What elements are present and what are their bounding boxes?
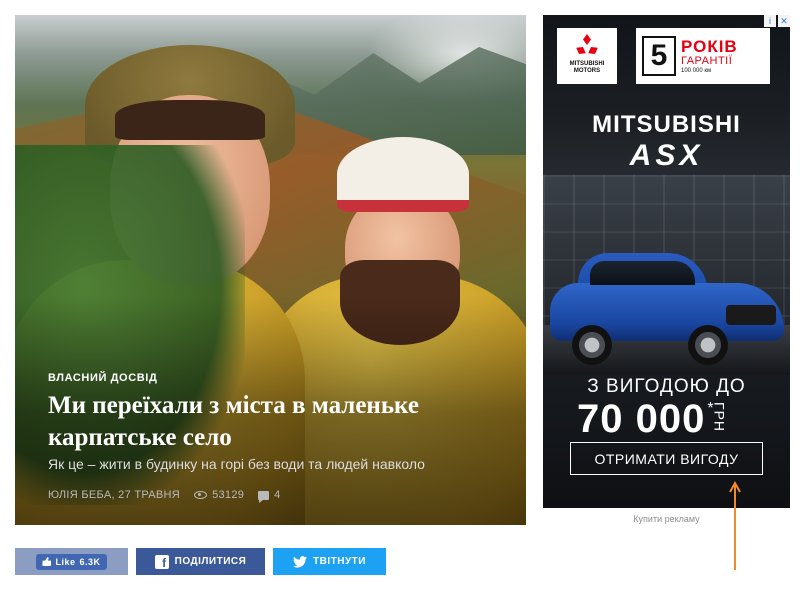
car-image: [548, 243, 788, 373]
like-label: Like: [55, 556, 76, 567]
three-diamonds-icon: [573, 34, 601, 58]
ad-offer: З ВИГОДОЮ ДО: [587, 376, 746, 397]
ad-choices[interactable]: i ✕: [764, 15, 790, 27]
article-author-date: ЮЛІЯ БЕБА, 27 ТРАВНЯ: [48, 489, 181, 501]
article-kicker[interactable]: ВЛАСНИЙ ДОСВІД: [48, 372, 506, 384]
warranty-years: 5: [642, 36, 676, 76]
twitter-share-label: ТВІТНУТИ: [313, 556, 366, 567]
twitter-bird-icon: [293, 555, 308, 568]
ad-model: ASX: [629, 139, 704, 172]
twitter-share-button[interactable]: ТВІТНУТИ: [273, 548, 386, 575]
ad-cta-button[interactable]: ОТРИМАТИ ВИГОДУ: [570, 442, 763, 475]
warranty-label: ГАРАНТІЇ: [681, 54, 733, 67]
facebook-like-button[interactable]: Like 6.3K: [15, 548, 128, 575]
like-count: 6.3K: [79, 556, 101, 567]
logo-text: MITSUBISHI MOTORS: [569, 61, 605, 74]
article-title[interactable]: Ми переїхали з міста в маленьке карпатсь…: [48, 390, 506, 454]
fb-like-widget[interactable]: Like 6.3K: [36, 553, 107, 570]
article-comments-count: 4: [274, 489, 281, 501]
warranty-km: 100 000 км: [681, 67, 712, 74]
article-subtitle: Як це – жити в будинку на горі без води …: [48, 456, 425, 472]
facebook-share-button[interactable]: f ПОДІЛИТИСЯ: [136, 548, 265, 575]
buy-ads-link[interactable]: Купити рекламу: [543, 514, 790, 524]
ad-info-icon[interactable]: i: [764, 15, 776, 27]
mitsubishi-logo: MITSUBISHI MOTORS: [557, 28, 617, 84]
ad-amount-value: 70 000: [577, 397, 706, 441]
eye-icon: [194, 491, 208, 499]
facebook-share-label: ПОДІЛИТИСЯ: [174, 556, 247, 567]
ad-currency: ГРН: [711, 402, 728, 433]
ad-amount: 70 000 * ГРН: [577, 396, 728, 442]
article-views-count: 53129: [212, 489, 245, 501]
thumb-up-icon: [42, 557, 52, 566]
article-comments[interactable]: 4: [258, 489, 281, 503]
ad-close-icon[interactable]: ✕: [778, 15, 790, 27]
ad-brand: MITSUBISHI: [592, 111, 741, 138]
featured-article-card[interactable]: ВЛАСНИЙ ДОСВІД Ми переїхали з міста в ма…: [15, 15, 526, 525]
annotation-arrow: [729, 480, 741, 570]
comment-icon: [258, 490, 270, 503]
article-meta: ЮЛІЯ БЕБА, 27 ТРАВНЯ 53129 4: [48, 489, 506, 503]
article-views: 53129: [194, 489, 244, 501]
advertisement-banner[interactable]: i ✕ MITSUBISHI MOTORS 5 РОКІВ ГАРАНТІЇ 1…: [543, 15, 790, 508]
warranty-word: РОКІВ: [681, 36, 738, 56]
facebook-icon: f: [154, 554, 169, 569]
warranty-badge: 5 РОКІВ ГАРАНТІЇ 100 000 км: [636, 28, 770, 84]
